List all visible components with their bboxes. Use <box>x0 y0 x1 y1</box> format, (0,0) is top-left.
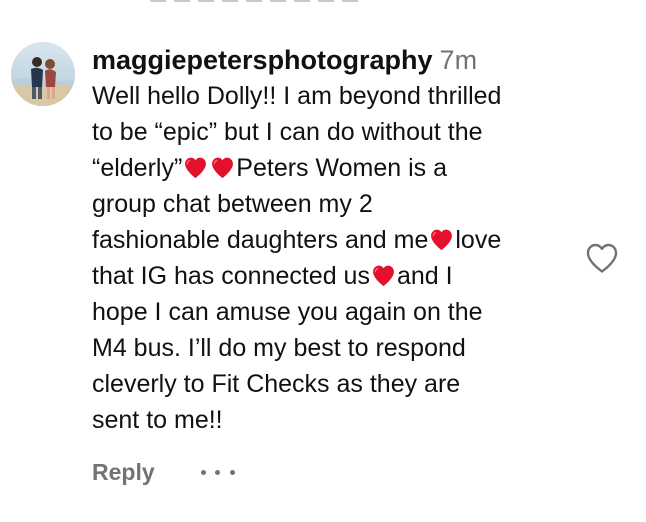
comment-content: maggiepetersphotography 7m Well hello Dol… <box>92 42 592 438</box>
comment-text-segment: love <box>455 226 502 254</box>
comment-line-6: that IG has connected us❤️and I <box>92 258 592 294</box>
user-avatar[interactable] <box>11 42 75 106</box>
comment-line-10: sent to me!! <box>92 402 592 438</box>
comment-text-segment: and I <box>396 262 453 290</box>
comment-line-4: group chat between my 2 <box>92 186 592 222</box>
comment-line-7: hope I can amuse you again on the <box>92 294 592 330</box>
comment-text-segment: hope I can amuse you again on the <box>92 298 483 326</box>
red-heart-emoji-icon: ❤️ <box>212 157 234 179</box>
more-options-icon[interactable] <box>200 462 235 482</box>
comment-text-segment: to be “epic” but I can do without the <box>92 118 483 146</box>
comment-line-3: “elderly”❤️❤️Peters Women is a <box>92 150 592 186</box>
comment-username[interactable]: maggiepetersphotography <box>92 45 433 75</box>
comment-item: maggiepetersphotography 7m Well hello Dol… <box>0 0 646 522</box>
comment-text-segment: “elderly” <box>92 154 183 182</box>
comment-line-8: M4 bus. I’ll do my best to respond <box>92 330 592 366</box>
comment-text-segment: fashionable daughters and me <box>92 226 429 254</box>
comment-line-9: cleverly to Fit Checks as they are <box>92 366 592 402</box>
comment-text-segment: that IG has connected us <box>92 262 370 290</box>
reply-button[interactable]: Reply <box>92 459 155 486</box>
comment-text-segment: group chat between my 2 <box>92 190 373 218</box>
comment-text-segment: sent to me!! <box>92 406 223 434</box>
red-heart-emoji-icon: ❤️ <box>373 265 394 287</box>
comment-text-segment: Well hello Dolly!! I am beyond thrilled <box>92 82 502 110</box>
comment-header: maggiepetersphotography 7m <box>92 42 592 78</box>
comment-text: Well hello Dolly!! I am beyond thrilled … <box>92 78 592 438</box>
comment-line-1: Well hello Dolly!! I am beyond thrilled <box>92 78 592 114</box>
comment-text-segment: Peters Women is a <box>236 154 448 182</box>
more-dot <box>229 469 235 475</box>
like-button[interactable] <box>585 243 619 275</box>
heart-outline-icon <box>586 243 618 273</box>
comment-actions: Reply <box>92 454 235 490</box>
comment-line-2: to be “epic” but I can do without the <box>92 114 592 150</box>
comment-line-5: fashionable daughters and me❤️love <box>92 222 592 258</box>
comment-text-segment: M4 bus. I’ll do my best to respond <box>92 334 466 362</box>
red-heart-emoji-icon: ❤️ <box>185 157 207 179</box>
more-dot <box>215 469 221 475</box>
comment-timestamp[interactable]: 7m <box>440 45 478 75</box>
red-heart-emoji-icon: ❤️ <box>431 229 453 251</box>
comment-text-segment: cleverly to Fit Checks as they are <box>92 370 461 398</box>
avatar-photo <box>11 42 75 106</box>
more-dot <box>200 469 206 475</box>
